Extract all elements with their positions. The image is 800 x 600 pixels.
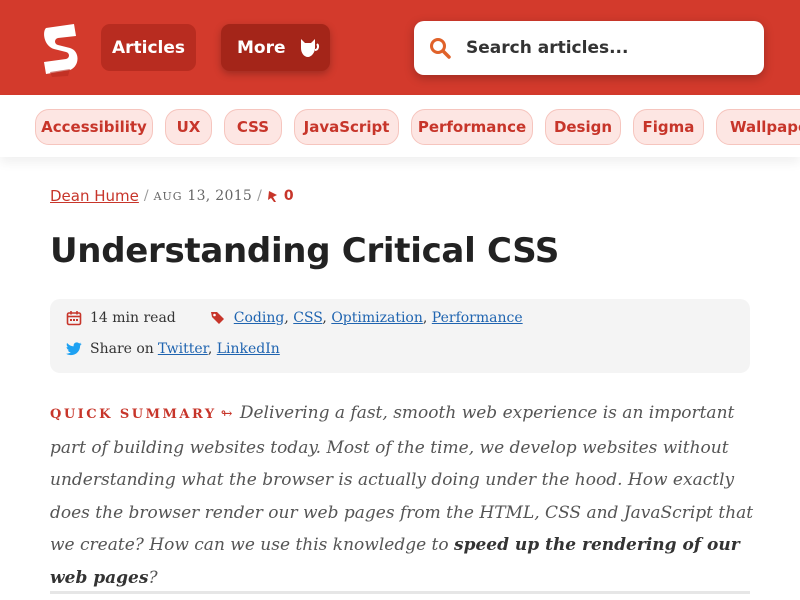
publish-month: Aug <box>153 190 183 203</box>
category-link-performance[interactable]: Performance <box>432 310 523 326</box>
read-time: 14 min read <box>90 310 176 326</box>
comments-link[interactable]: 0 <box>267 188 294 204</box>
category-link-css[interactable]: CSS <box>293 310 322 326</box>
tag-icon <box>210 312 224 324</box>
twitter-icon <box>66 342 82 356</box>
tag-performance[interactable]: Performance <box>411 109 533 145</box>
search-input[interactable] <box>466 38 756 58</box>
category-link-coding[interactable]: Coding <box>234 310 285 326</box>
byline-separator: / <box>143 188 149 204</box>
calendar-icon <box>66 311 82 326</box>
tag-label: UX <box>176 118 201 136</box>
tag-ux[interactable]: UX <box>165 109 212 145</box>
article-meta-box: 14 min read Coding, CSS, Optimization, P… <box>50 299 750 373</box>
tag-wallpapers[interactable]: Wallpapers <box>716 109 800 145</box>
meta-row-share: Share on Twitter, LinkedIn <box>66 341 280 357</box>
tag-label: Accessibility <box>41 118 147 136</box>
tag-design[interactable]: Design <box>545 109 621 145</box>
byline-separator: / <box>257 188 262 204</box>
share-twitter-link[interactable]: Twitter <box>158 341 208 357</box>
article-title: Understanding Critical CSS <box>50 231 560 271</box>
tag-label: JavaScript <box>303 118 390 136</box>
search-box[interactable] <box>414 21 764 75</box>
summary-text: Delivering a fast, smooth web experience… <box>50 403 754 555</box>
cat-icon <box>300 38 319 57</box>
tag-javascript[interactable]: JavaScript <box>294 109 399 145</box>
site-header: Articles More <box>0 0 800 95</box>
nav-articles-label: Articles <box>111 37 186 58</box>
smashing-logo-icon[interactable] <box>40 22 84 78</box>
tag-label: Wallpapers <box>730 118 800 136</box>
share-label: Share on <box>90 341 154 357</box>
quick-summary: Quick summary ↬ Delivering a fast, smooth… <box>50 397 760 594</box>
tag-label: Design <box>553 118 613 136</box>
tag-css[interactable]: CSS <box>224 109 282 145</box>
comments-count: 0 <box>283 188 294 204</box>
byline: Dean Hume / Aug 13, 2015 / 0 <box>50 186 294 206</box>
author-link[interactable]: Dean Hume <box>50 187 139 205</box>
meta-row-readtime: 14 min read Coding, CSS, Optimization, P… <box>66 310 523 326</box>
search-icon <box>430 38 451 59</box>
share-links: Twitter, LinkedIn <box>157 341 280 357</box>
publish-day-year: 13, 2015 <box>187 188 253 204</box>
tag-accessibility[interactable]: Accessibility <box>35 109 153 145</box>
nav-articles-button[interactable]: Articles <box>101 24 196 71</box>
tag-figma[interactable]: Figma <box>633 109 704 145</box>
quick-summary-arrow-icon: ↬ <box>220 406 233 422</box>
quick-summary-label: Quick summary <box>50 407 217 422</box>
share-linkedin-link[interactable]: LinkedIn <box>217 341 280 357</box>
comment-icon <box>267 191 277 202</box>
nav-more-button[interactable]: More <box>221 24 330 71</box>
tag-label: Performance <box>417 118 527 136</box>
nav-more-label: More <box>237 37 286 58</box>
summary-end: ? <box>148 567 158 588</box>
tag-label: Figma <box>642 118 695 136</box>
tag-label: CSS <box>236 118 270 136</box>
tag-strip: Accessibility UX CSS JavaScript Performa… <box>0 95 800 157</box>
category-link-optimization[interactable]: Optimization <box>331 310 423 326</box>
category-list: Coding, CSS, Optimization, Performance <box>233 310 523 326</box>
publish-date: Aug 13, 2015 <box>154 188 253 204</box>
section-divider <box>50 591 750 594</box>
